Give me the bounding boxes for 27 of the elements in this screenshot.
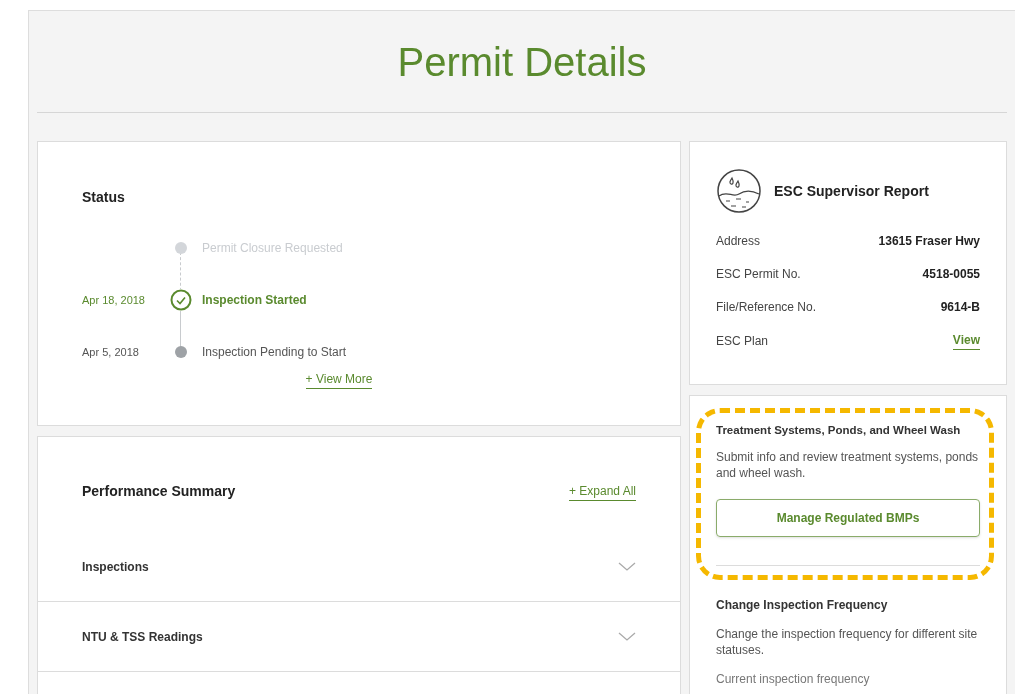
field-label: File/Reference No. [716,299,817,316]
view-more-link[interactable]: + View More [305,370,373,389]
field-label: ESC Plan [716,332,769,350]
field-value: 13615 Fraser Hwy [878,233,980,250]
field-label: Current inspection frequency [716,671,871,689]
card-heading: Status [82,188,126,207]
status-label: Inspection Pending to Start [202,344,347,361]
status-date: Apr 18, 2018 [82,293,145,306]
section-heading: Change Inspection Frequency [716,597,889,615]
card-heading: ESC Supervisor Report [774,181,929,201]
view-link[interactable]: View [952,331,980,350]
soil-water-icon [716,168,762,214]
field-label: ESC Permit No. [716,266,801,283]
expand-all-link[interactable]: + Expand All [568,482,636,501]
field-label: Address [716,233,761,250]
field-value: 9614-B [940,299,980,316]
status-date: Apr 5, 2018 [82,345,139,358]
manage-bmps-button[interactable]: Manage Regulated BMPs [716,499,980,538]
section-description: Submit info and review treatment systems, ponds and wheel wash. [716,449,980,482]
field-value: 4518-0055 [922,266,980,283]
section-heading: Treatment Systems, Ponds, and Wheel Wash [716,423,962,438]
accordion-item[interactable]: Inspections [38,532,680,602]
page-title: Permit Details [397,38,647,86]
section-description: Change the inspection frequency for different site statuses. [716,626,979,659]
card-heading: Performance Summary [82,482,236,501]
accordion-item[interactable]: NTU & TSS Readings [38,602,680,672]
status-label: Inspection Started [202,292,307,309]
